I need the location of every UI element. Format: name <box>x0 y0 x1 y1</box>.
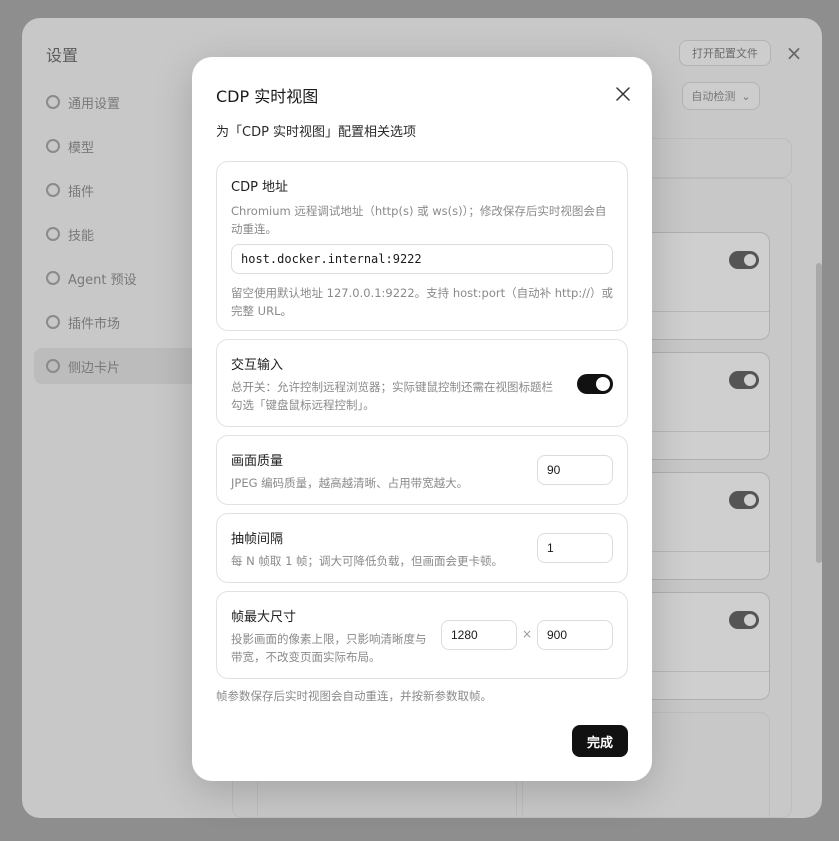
close-icon[interactable] <box>612 83 634 105</box>
frame-interval-title: 抽帧间隔 <box>231 532 284 547</box>
market-icon <box>46 315 60 329</box>
cdp-address-input[interactable] <box>231 244 613 274</box>
footer-note: 帧参数保存后实时视图会自动重连，并按新参数取帧。 <box>216 689 492 703</box>
cdp-address-description: Chromium 远程调试地址（http(s) 或 ws(s)）；修改保存后实时… <box>231 204 607 236</box>
dialog-title: CDP 实时视图 <box>216 87 319 106</box>
card-icon <box>46 359 60 373</box>
sidebar-item-label: 通用设置 <box>68 96 121 112</box>
frame-interval-section: 抽帧间隔 每 N 帧取 1 帧；调大可降低负载，但画面会更卡顿。 <box>216 513 628 583</box>
scrollbar[interactable] <box>816 263 822 563</box>
sidebar-item-label: 模型 <box>68 140 95 156</box>
chevron-down-icon: ⌄ <box>741 89 751 103</box>
quality-section: 画面质量 JPEG 编码质量，越高越清晰、占用带宽越大。 <box>216 435 628 505</box>
open-config-button[interactable]: 打开配置文件 <box>679 40 771 66</box>
sidebar-item-label: 侧边卡片 <box>68 360 121 376</box>
quality-title: 画面质量 <box>231 454 284 469</box>
cdp-address-title: CDP 地址 <box>231 180 289 195</box>
background-toggle[interactable] <box>729 491 759 509</box>
skill-icon <box>46 227 60 241</box>
quality-input[interactable] <box>537 455 613 485</box>
close-icon-glyph <box>616 87 630 101</box>
max-height-input[interactable] <box>537 620 613 650</box>
background-toggle[interactable] <box>729 371 759 389</box>
size-separator: × <box>521 627 533 641</box>
interactive-input-title: 交互输入 <box>231 358 284 373</box>
plugin-icon <box>46 183 60 197</box>
dialog-subtitle: 为「CDP 实时视图」配置相关选项 <box>216 125 417 140</box>
frame-interval-description: 每 N 帧取 1 帧；调大可降低负载，但画面会更卡顿。 <box>231 554 504 568</box>
gear-icon <box>46 95 60 109</box>
max-frame-size-title: 帧最大尺寸 <box>231 610 297 625</box>
sidebar-item-label: Agent 预设 <box>68 272 137 288</box>
settings-title: 设置 <box>46 46 79 65</box>
cdp-address-section: CDP 地址 Chromium 远程调试地址（http(s) 或 ws(s)）；… <box>216 161 628 331</box>
background-toggle[interactable] <box>729 251 759 269</box>
max-frame-size-description: 投影画面的像素上限，只影响清晰度与带宽，不改变页面实际布局。 <box>231 632 427 664</box>
autodetect-select[interactable]: 自动检测 ⌄ <box>682 82 760 110</box>
frame-interval-input[interactable] <box>537 533 613 563</box>
interactive-input-description: 总开关：允许控制远程浏览器；实际键鼠控制还需在视图标题栏勾选「键盘鼠标远程控制」… <box>231 380 553 412</box>
agent-icon <box>46 271 60 285</box>
quality-description: JPEG 编码质量，越高越清晰、占用带宽越大。 <box>231 476 469 490</box>
interactive-input-toggle[interactable] <box>577 374 613 394</box>
cdp-settings-dialog: CDP 实时视图 为「CDP 实时视图」配置相关选项 CDP 地址 Chromi… <box>192 57 652 781</box>
settings-close-icon[interactable]: × <box>784 40 804 66</box>
sidebar-item-label: 插件 <box>68 184 95 200</box>
max-frame-size-section: 帧最大尺寸 投影画面的像素上限，只影响清晰度与带宽，不改变页面实际布局。 × <box>216 591 628 679</box>
background-toggle[interactable] <box>729 611 759 629</box>
sidebar-item-label: 插件市场 <box>68 316 121 332</box>
max-width-input[interactable] <box>441 620 517 650</box>
sidebar-item-label: 技能 <box>68 228 95 244</box>
interactive-input-section: 交互输入 总开关：允许控制远程浏览器；实际键鼠控制还需在视图标题栏勾选「键盘鼠标… <box>216 339 628 427</box>
toggle-knob <box>596 377 610 391</box>
cdp-address-hint: 留空使用默认地址 127.0.0.1:9222。支持 host:port（自动补… <box>231 286 613 318</box>
done-button[interactable]: 完成 <box>572 725 628 757</box>
model-icon <box>46 139 60 153</box>
autodetect-label: 自动检测 <box>691 90 736 103</box>
